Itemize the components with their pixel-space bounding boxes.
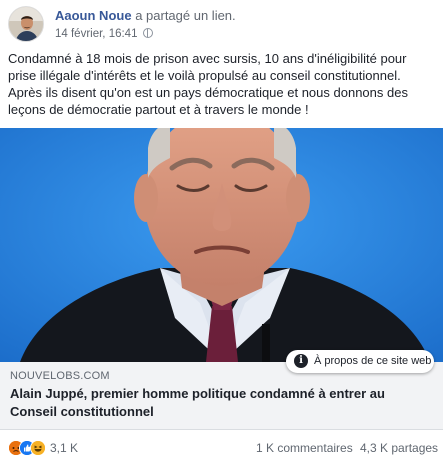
post-footer: 3,1 K 1 K commentaires 4,3 K partages xyxy=(0,432,443,462)
shares-count[interactable]: 4,3 K partages xyxy=(360,441,438,455)
info-icon: i xyxy=(294,354,308,368)
author-name[interactable]: Aaoun Noue xyxy=(55,8,132,23)
link-preview-image[interactable] xyxy=(0,128,443,362)
about-website-button[interactable]: i À propos de ce site web xyxy=(286,350,434,373)
globe-icon[interactable] xyxy=(142,28,153,38)
reaction-count[interactable]: 3,1 K xyxy=(50,441,78,455)
post-header: Aaoun Noue a partagé un lien. 14 février… xyxy=(8,6,438,44)
facebook-post: Aaoun Noue a partagé un lien. 14 février… xyxy=(0,0,443,462)
post-timestamp[interactable]: 14 février, 16:41 xyxy=(55,28,153,40)
about-website-label: À propos de ce site web xyxy=(314,355,432,367)
post-date[interactable]: 14 février, 16:41 xyxy=(55,28,137,40)
haha-icon xyxy=(30,440,46,456)
author-line: Aaoun Noue a partagé un lien. xyxy=(55,8,236,23)
post-message: Condamné à 18 mois de prison avec sursis… xyxy=(8,51,408,117)
author-avatar[interactable] xyxy=(8,6,44,42)
link-headline[interactable]: Alain Juppé, premier homme politique con… xyxy=(10,385,435,421)
share-action-text: a partagé un lien. xyxy=(135,8,236,23)
comments-count[interactable]: 1 K commentaires xyxy=(256,441,353,455)
link-domain: NOUVELOBS.COM xyxy=(10,370,110,382)
